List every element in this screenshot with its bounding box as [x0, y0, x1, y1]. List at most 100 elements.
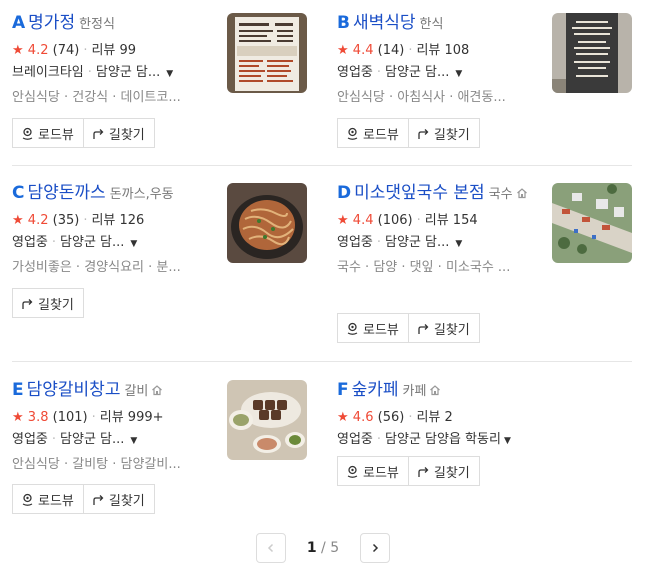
business-status: 영업중 [337, 432, 373, 447]
place-category: 한식 [419, 17, 444, 32]
place-thumbnail[interactable] [552, 13, 632, 93]
address[interactable]: 담양군 담... [385, 235, 449, 250]
directions-label: 길찾기 [108, 493, 145, 509]
directions-label: 길찾기 [433, 127, 470, 143]
directions-button[interactable]: 길찾기 [408, 456, 480, 486]
address[interactable]: 담양군 담... [96, 65, 160, 80]
current-page: 1 [306, 540, 317, 556]
place-marker-letter: B [337, 13, 350, 33]
rating-score: 4.4 [352, 43, 374, 58]
roadview-button[interactable]: 로드뷰 [12, 118, 84, 148]
rating-count: (35) [52, 213, 80, 228]
roadview-label: 로드뷰 [38, 493, 74, 509]
rating-score: 4.6 [352, 410, 374, 425]
rating-score: 4.4 [352, 213, 374, 228]
place-category: 한정식 [79, 17, 115, 32]
chevron-down-icon[interactable]: ▼ [130, 436, 137, 446]
home-icon [430, 385, 441, 396]
chevron-down-icon[interactable]: ▼ [455, 69, 462, 79]
place-name[interactable]: 담양돈까스 [27, 183, 105, 203]
place-marker-letter: E [12, 380, 24, 400]
roadview-icon [22, 127, 33, 140]
roadview-label: 로드뷰 [38, 127, 74, 143]
business-status: 영업중 [337, 65, 373, 80]
star-icon: ★ [12, 43, 24, 58]
star-icon: ★ [12, 213, 24, 228]
directions-arrow-icon [418, 128, 429, 139]
rating-score: 3.8 [27, 410, 49, 425]
place-tags: 안심식당 · 건강식 · 데이트코... [12, 90, 181, 105]
directions-button[interactable]: 길찾기 [83, 118, 155, 148]
address[interactable]: 담양군 담... [385, 65, 449, 80]
chevron-down-icon[interactable]: ▼ [130, 239, 137, 249]
total-pages: 5 [330, 540, 340, 556]
review-label: 리뷰 [91, 213, 116, 228]
chevron-down-icon[interactable]: ▼ [504, 436, 511, 446]
business-status: 영업중 [12, 432, 48, 447]
place-name[interactable]: 명가정 [28, 13, 75, 33]
pagination: 1 / 5 [256, 533, 390, 563]
rating-count: (74) [52, 43, 80, 58]
roadview-label: 로드뷰 [363, 127, 399, 143]
directions-label: 길찾기 [108, 127, 145, 143]
place-name[interactable]: 미소댓잎국수 본점 [354, 183, 485, 203]
roadview-icon [347, 127, 358, 140]
address[interactable]: 담양군 담양읍 학동리 [385, 432, 501, 447]
address[interactable]: 담양군 담... [60, 235, 124, 250]
star-icon: ★ [337, 213, 349, 228]
roadview-button[interactable]: 로드뷰 [12, 484, 84, 514]
noodle-dish-photo [227, 183, 307, 263]
place-name[interactable]: 담양갈비창고 [27, 380, 121, 400]
directions-label: 길찾기 [433, 322, 470, 338]
place-category: 카페 [402, 384, 427, 399]
directions-arrow-icon [22, 298, 33, 309]
business-status: 영업중 [337, 235, 373, 250]
review-count: 99 [119, 43, 137, 58]
place-marker-letter: F [337, 380, 349, 400]
page-separator: / [321, 540, 326, 556]
rating-count: (106) [377, 213, 413, 228]
address[interactable]: 담양군 담... [60, 432, 124, 447]
place-marker-letter: A [12, 13, 26, 33]
chevron-right-icon [372, 543, 379, 553]
star-icon: ★ [12, 410, 24, 425]
directions-button[interactable]: 길찾기 [408, 313, 480, 343]
roadview-button[interactable]: 로드뷰 [337, 456, 409, 486]
review-count: 2 [444, 410, 453, 425]
galbi-table-photo [227, 380, 307, 460]
place-tags: 안심식당 · 갈비탕 · 담양갈비... [12, 457, 181, 472]
directions-button[interactable]: 길찾기 [408, 118, 480, 148]
next-page-button[interactable] [360, 533, 390, 563]
rating-count: (101) [52, 410, 88, 425]
home-icon [152, 385, 163, 396]
prev-page-button[interactable] [256, 533, 286, 563]
chevron-down-icon[interactable]: ▼ [455, 239, 462, 249]
rating-count: (56) [377, 410, 405, 425]
chevron-down-icon[interactable]: ▼ [166, 69, 173, 79]
place-tags: 안심식당 · 아침식사 · 애견동... [337, 90, 506, 105]
directions-button[interactable]: 길찾기 [83, 484, 155, 514]
chalkboard-menu-photo [552, 13, 632, 93]
rating-count: (14) [377, 43, 405, 58]
place-name[interactable]: 새벽식당 [353, 13, 416, 33]
row-divider [12, 361, 632, 362]
place-category: 국수 [488, 187, 513, 202]
directions-button[interactable]: 길찾기 [12, 288, 84, 318]
roadview-button[interactable]: 로드뷰 [337, 118, 409, 148]
star-icon: ★ [337, 410, 349, 425]
place-marker-letter: C [12, 183, 25, 203]
roadview-button[interactable]: 로드뷰 [337, 313, 409, 343]
rating-score: 4.2 [27, 213, 49, 228]
place-thumbnail[interactable] [227, 380, 307, 460]
star-icon: ★ [337, 43, 349, 58]
review-label: 리뷰 [424, 213, 449, 228]
aerial-street-photo [552, 183, 632, 263]
roadview-label: 로드뷰 [363, 322, 399, 338]
place-thumbnail[interactable] [552, 183, 632, 263]
directions-arrow-icon [93, 128, 104, 139]
place-thumbnail[interactable] [227, 183, 307, 263]
place-name[interactable]: 숲카페 [352, 380, 399, 400]
review-count: 999+ [127, 410, 164, 425]
place-thumbnail[interactable] [227, 13, 307, 93]
roadview-icon [22, 493, 33, 506]
